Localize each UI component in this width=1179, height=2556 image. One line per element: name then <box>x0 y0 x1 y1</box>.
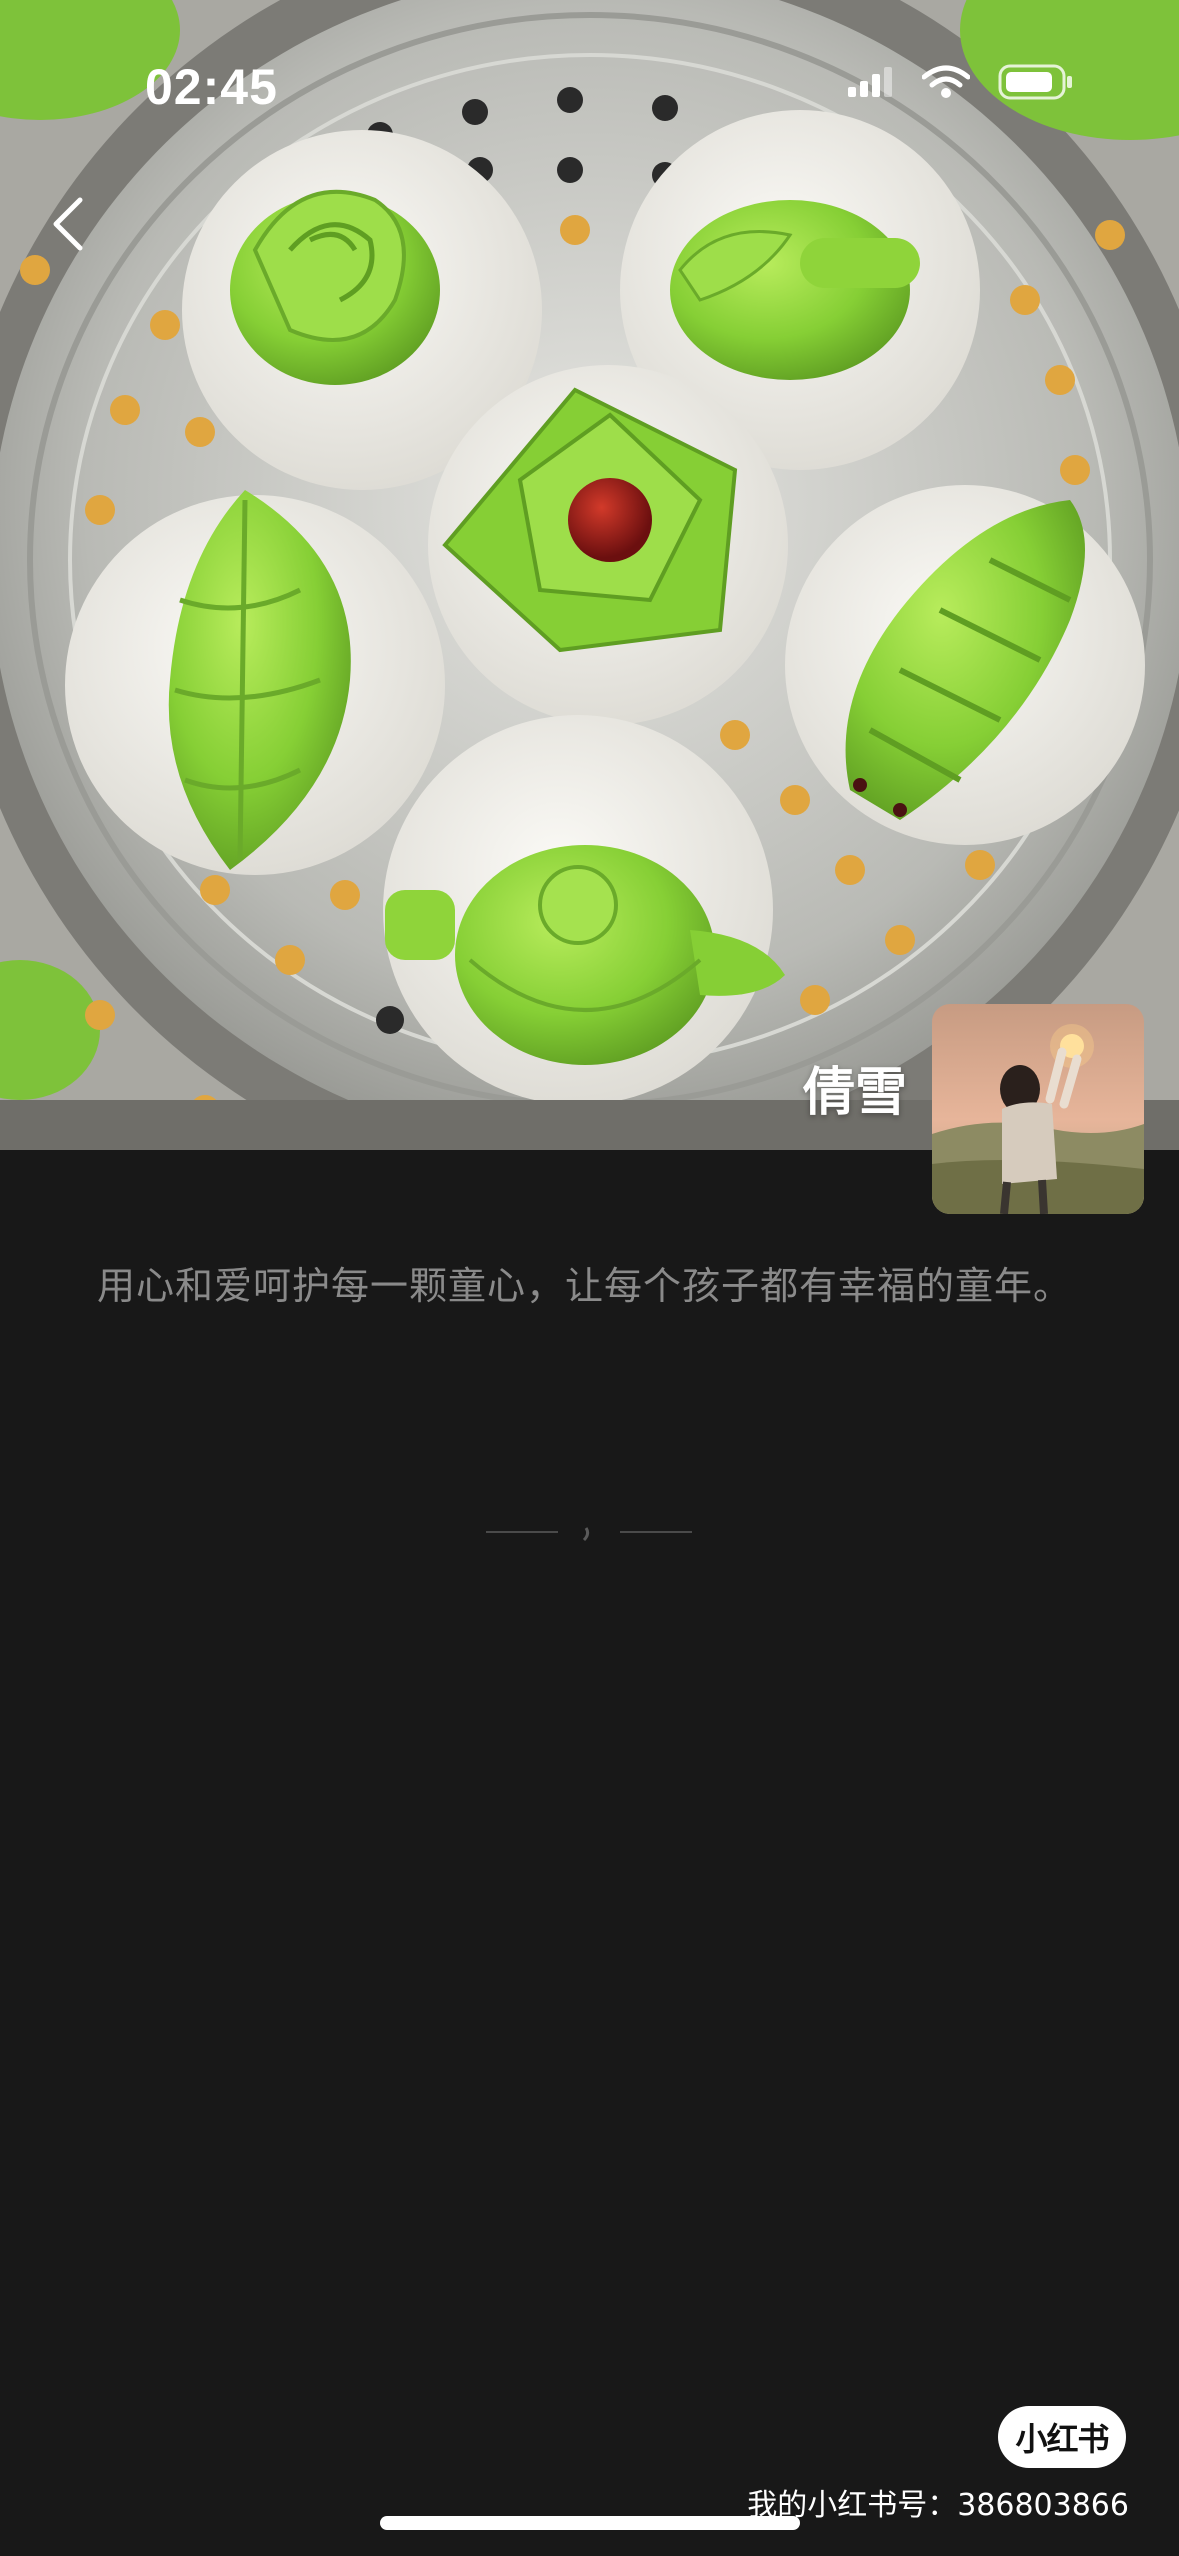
author-name[interactable]: 倩雪 <box>803 1050 907 1125</box>
xiaohongshu-post-screen: 02:45 倩雪 用心和爱呵护每一颗童心，让每个孩子都有幸福的童年。 小红书 我… <box>0 0 1179 2556</box>
battery-icon <box>998 64 1074 104</box>
back-button[interactable] <box>38 190 98 262</box>
section-divider <box>486 1520 692 1544</box>
author-avatar[interactable] <box>932 1004 1144 1214</box>
account-id-text: 我的小红书号：386803866 <box>747 2488 1129 2523</box>
post-tagline: 用心和爱呵护每一颗童心，让每个孩子都有幸福的童年。 <box>97 1264 1073 1308</box>
home-indicator[interactable] <box>380 2516 800 2530</box>
status-bar: 02:45 <box>0 0 1179 170</box>
status-icons <box>848 64 1074 104</box>
xiaohongshu-logo: 小红书 <box>998 2406 1126 2468</box>
hero-photo <box>0 0 1179 1150</box>
cellular-signal-icon <box>848 67 894 101</box>
status-time: 02:45 <box>145 59 278 115</box>
wifi-icon <box>921 65 971 103</box>
chevron-left-icon <box>50 196 86 256</box>
